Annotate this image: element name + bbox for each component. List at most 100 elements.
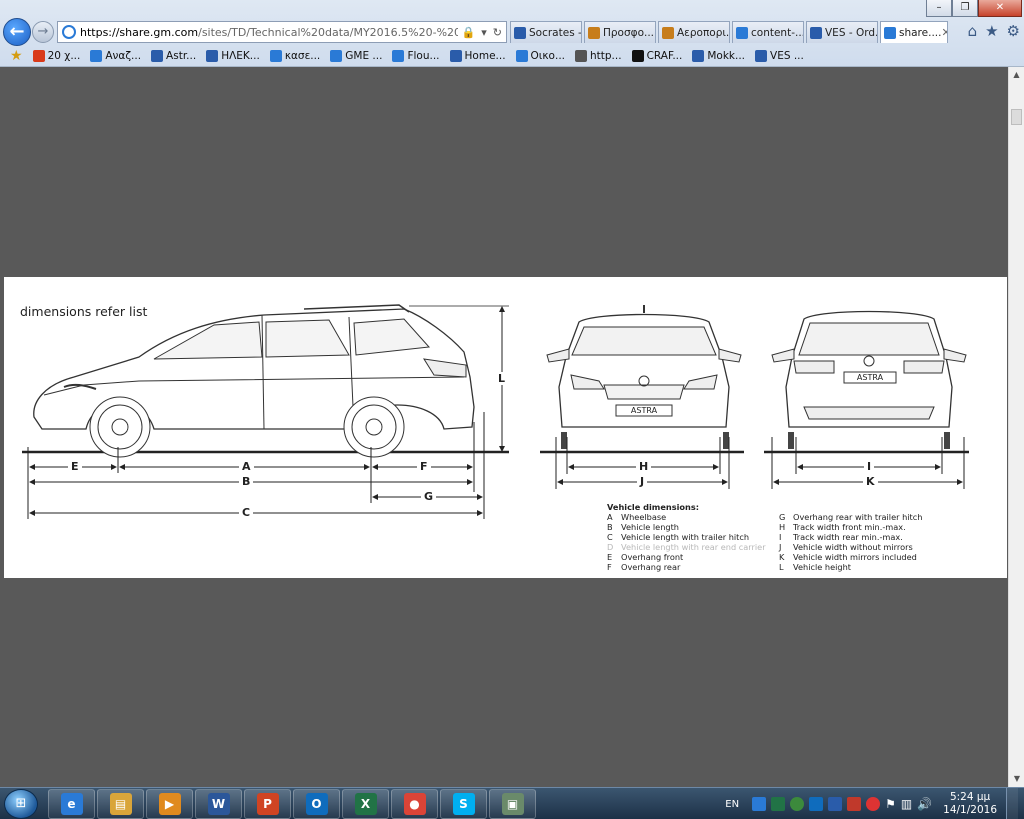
show-desktop-button[interactable] <box>1006 788 1018 819</box>
browser-tab[interactable]: VES - Ord... <box>806 21 878 43</box>
favorite-link[interactable]: http... <box>575 50 622 62</box>
favorite-link[interactable]: Astr... <box>151 50 196 62</box>
browser-chrome: – ❐ ✕ ← → https://share.gm.com/sites/TD/… <box>0 0 1024 67</box>
favorites-star-icon[interactable]: ★ <box>985 22 998 40</box>
url-text[interactable]: https://share.gm.com/sites/TD/Technical%… <box>80 26 458 39</box>
minimize-button[interactable]: – <box>926 0 952 17</box>
favorite-link[interactable]: VES ... <box>755 50 804 62</box>
legend-letter: A <box>607 512 613 522</box>
vertical-scrollbar[interactable]: ▲ ▼ <box>1008 67 1024 787</box>
excel-icon: X <box>354 793 377 815</box>
tray-app-icon[interactable] <box>752 797 767 811</box>
add-favorite-icon[interactable]: ★ <box>10 48 23 64</box>
favorite-icon <box>392 50 405 62</box>
powerpoint-icon: P <box>256 793 279 815</box>
favorite-icon <box>449 50 462 62</box>
home-icon[interactable]: ⌂ <box>968 22 978 40</box>
taskbar-app-excel[interactable]: X <box>342 789 389 819</box>
dim-label-g: G <box>421 490 437 503</box>
back-button[interactable]: ← <box>3 18 31 46</box>
site-icon <box>62 25 76 39</box>
lock-icon[interactable]: 🔒 <box>462 26 476 39</box>
start-button[interactable]: ⊞ <box>4 789 38 819</box>
legend-row: G Overhang rear with trailer hitch <box>779 512 922 522</box>
taskbar-app-powerpoint[interactable]: P <box>244 789 291 819</box>
clock-date: 14/1/2016 <box>943 804 997 816</box>
favorite-link[interactable]: Home... <box>449 50 506 62</box>
tray-app-icon[interactable] <box>866 797 881 811</box>
favorite-link[interactable]: ΗΛΕΚ... <box>206 50 260 62</box>
browser-tab[interactable]: Αεροπορι... <box>658 21 730 43</box>
address-bar[interactable]: https://share.gm.com/sites/TD/Technical%… <box>57 21 507 43</box>
close-window-button[interactable]: ✕ <box>978 0 1022 17</box>
dimension-sheet: dimensions refer list ASTRA ASTRA E A F … <box>4 277 1007 578</box>
favorite-link[interactable]: Flou... <box>392 50 440 62</box>
tray-app-icon[interactable] <box>771 797 786 811</box>
favorite-link[interactable]: GME ... <box>330 50 382 62</box>
browser-tab[interactable]: Προσφο... <box>584 21 656 43</box>
tab-favicon-icon <box>662 26 674 39</box>
tray-app-icon[interactable] <box>790 797 805 811</box>
browser-tab[interactable]: share....✕ <box>880 21 948 43</box>
volume-icon[interactable]: 🔊 <box>917 797 932 811</box>
taskbar-app-explorer[interactable]: ▤ <box>97 789 144 819</box>
tab-favicon-icon <box>810 26 822 39</box>
tab-favicon-icon <box>736 26 748 39</box>
dim-label-b: B <box>239 475 254 488</box>
legend-row: L Vehicle height <box>779 562 922 572</box>
legend-letter: C <box>607 532 613 542</box>
legend-text: Vehicle height <box>793 562 851 572</box>
dim-label-l: L <box>496 372 508 385</box>
language-indicator[interactable]: EN <box>725 799 739 810</box>
dim-label-a: A <box>239 460 254 473</box>
tray-app-icon[interactable] <box>828 797 843 811</box>
chrome-icon: ● <box>403 793 426 815</box>
legend-text: Overhang rear with trailer hitch <box>793 512 923 522</box>
forward-button[interactable]: → <box>32 21 54 43</box>
taskbar-app-outlook[interactable]: O <box>293 789 340 819</box>
browser-tab[interactable]: content-... <box>732 21 804 43</box>
browser-tab[interactable]: Socrates -... <box>510 21 582 43</box>
front-badge: ASTRA <box>630 406 658 415</box>
action-center-flag-icon[interactable]: ⚑ <box>885 797 896 811</box>
favorite-link[interactable]: CRAF... <box>631 50 682 62</box>
favorite-link[interactable]: Οικο... <box>515 50 565 62</box>
favorite-link[interactable]: Αναζ... <box>90 50 141 62</box>
scroll-thumb[interactable] <box>1011 109 1022 125</box>
favorite-link[interactable]: 20 χ... <box>32 50 80 62</box>
tab-close-icon[interactable]: ✕ <box>941 26 947 39</box>
tab-label: Αεροπορι... <box>677 26 730 39</box>
taskbar-app-ie[interactable]: e <box>48 789 95 819</box>
tray-outlook-icon[interactable] <box>809 797 824 811</box>
settings-gear-icon[interactable]: ⚙ <box>1007 22 1020 40</box>
clock[interactable]: 5:24 μμ 14/1/2016 <box>943 791 997 817</box>
refresh-icon[interactable]: ↻ <box>493 26 502 39</box>
scroll-up-icon[interactable]: ▲ <box>1009 67 1024 83</box>
dropdown-icon[interactable]: ▾ <box>481 26 487 39</box>
scroll-down-icon[interactable]: ▼ <box>1009 771 1024 787</box>
explorer-icon: ▤ <box>109 793 132 815</box>
taskbar-app-chrome[interactable]: ● <box>391 789 438 819</box>
favorite-icon <box>90 50 103 62</box>
restore-button[interactable]: ❐ <box>952 0 978 17</box>
legend-text: Track width front min.-max. <box>793 522 906 532</box>
taskbar-app-word[interactable]: W <box>195 789 242 819</box>
legend-letter: B <box>607 522 613 532</box>
taskbar-app-network[interactable]: ▣ <box>489 789 536 819</box>
dim-label-j: J <box>637 475 648 488</box>
favorite-label: Οικο... <box>530 50 565 62</box>
favorite-link[interactable]: Mokk... <box>692 50 745 62</box>
favorite-icon <box>32 50 45 62</box>
taskbar-app-skype[interactable]: S <box>440 789 487 819</box>
dim-label-e: E <box>68 460 82 473</box>
favorite-label: Astr... <box>166 50 197 62</box>
network-icon[interactable]: ▥ <box>901 797 912 811</box>
taskbar-app-media[interactable]: ▶ <box>146 789 193 819</box>
favorite-link[interactable]: κασε... <box>269 50 320 62</box>
legend-text: Overhang rear <box>621 562 681 572</box>
favorite-icon <box>575 50 587 62</box>
legend-left: Vehicle dimensions: A Wheelbase B Vehicle l… <box>607 502 766 572</box>
tray-app-icon[interactable] <box>847 797 862 811</box>
dim-label-h: H <box>636 460 652 473</box>
favorite-label: Flou... <box>407 50 440 62</box>
